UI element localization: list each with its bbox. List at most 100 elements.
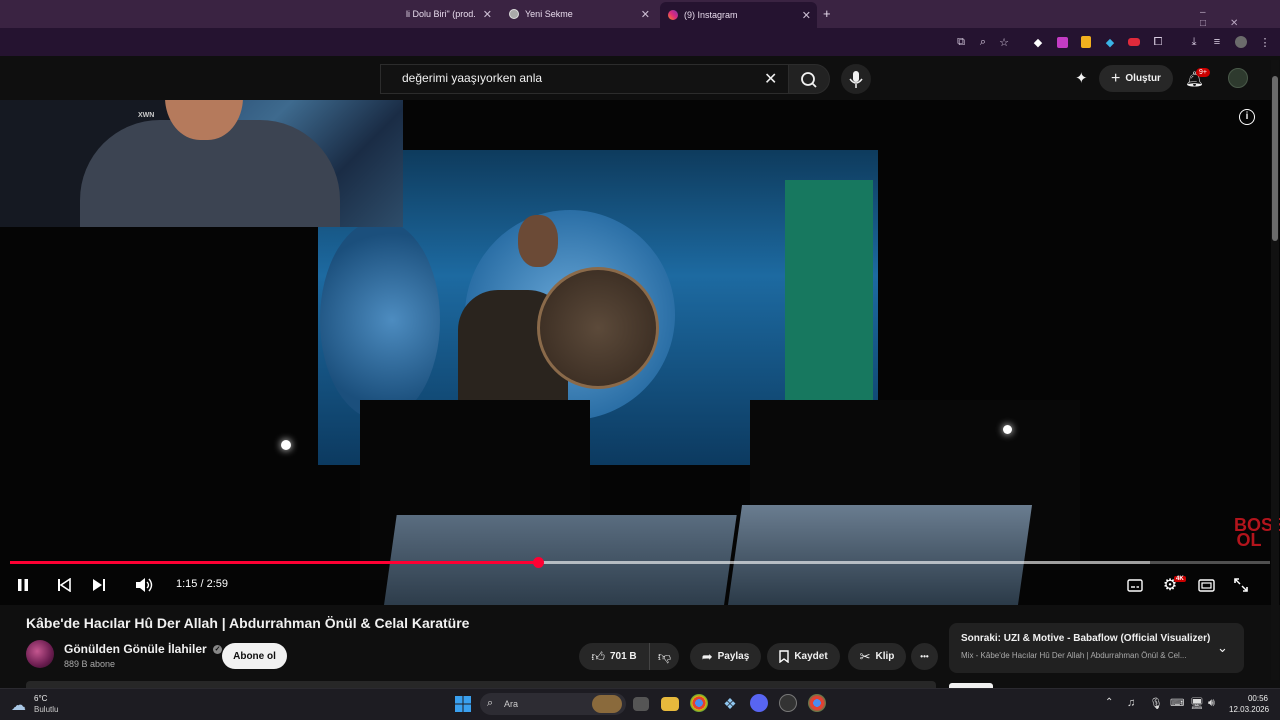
file-explorer-icon[interactable] [661,697,679,711]
extension-icon[interactable] [1078,34,1094,50]
tab-label: (9) Instagram [684,10,738,20]
like-count: 701 B [609,651,637,662]
steam-icon[interactable] [779,694,797,712]
thumbs-up-icon: 👍︎ [591,648,605,664]
window-controls[interactable]: –□✕ [1200,7,1280,29]
channel-avatar[interactable] [26,640,54,668]
network-icon[interactable]: 🖥︎ [1190,697,1204,710]
save-label: Kaydet [794,651,828,662]
scrubber-handle[interactable] [532,557,544,568]
weather-description[interactable]: Bulutlu [34,705,58,714]
extension-icon[interactable]: ◆ [1030,34,1046,50]
tab-music[interactable]: li Dolu Biri" (prod. S ✕ [398,3,498,25]
clip-button[interactable]: ✂︎ Klip [848,643,906,670]
speaker-icon[interactable]: 🔊︎ [1208,697,1215,710]
voice-search-button[interactable] [841,64,871,94]
search-query[interactable]: değerimi yaaşıyorken anla [402,71,542,85]
ai-sparkle-icon[interactable]: ✦ [1075,69,1088,87]
info-icon[interactable]: i [1239,109,1255,125]
close-icon[interactable]: ✕ [802,9,811,22]
video-title: Kâbe'de Hacılar Hû Der Allah | Abdurrahm… [26,615,470,631]
tab-label: Yeni Sekme [525,9,573,19]
media-icon[interactable]: ≡ [1209,34,1225,50]
pause-icon [18,579,28,591]
cloud-icon[interactable]: ☁︎ [11,696,26,714]
scrollbar-thumb[interactable] [1272,76,1278,241]
subtitles-icon [1127,578,1143,592]
start-button[interactable] [453,694,473,714]
headphones-icon[interactable]: ♫ [1127,697,1135,709]
chevron-up-icon[interactable]: ⌃ [1105,697,1113,708]
menu-icon[interactable]: ⋮ [1257,34,1273,50]
clip-label: Klip [875,651,895,662]
clock-time[interactable]: 00:56 [1246,694,1268,703]
theater-icon [1197,578,1215,592]
up-next-panel[interactable] [949,623,1244,673]
avatar[interactable] [1228,68,1248,88]
extension-icon[interactable] [1054,34,1070,50]
microphone-icon [849,71,863,88]
puzzle-icon[interactable]: ⧠ [1150,34,1166,50]
clear-icon[interactable]: ✕ [764,69,777,89]
channel-name[interactable]: Gönülden Gönüle İlahiler ✓ [64,642,223,656]
pause-button[interactable] [13,575,33,595]
stage-panel-green [785,180,873,400]
next-button[interactable] [89,575,109,595]
theater-mode-button[interactable] [1196,575,1216,595]
description-box[interactable] [26,681,936,688]
chrome-profile-icon[interactable] [808,694,826,712]
install-icon[interactable]: ⧉ [953,34,969,50]
tab-new[interactable]: Yeni Sekme ✕ [501,3,656,25]
bookmark-icon [779,650,790,663]
previous-button[interactable] [54,575,74,595]
extension-icon[interactable]: ◆ [1102,34,1118,50]
progress-bar[interactable] [10,561,538,564]
up-next-subtitle: Mix - Kâbe'de Hacılar Hû Der Allah | Abd… [961,651,1187,660]
webcam-overlay: XWN [0,100,403,227]
microphone-icon[interactable]: 🎙︎ [1149,697,1163,710]
new-tab-button[interactable]: + [823,6,831,21]
app-icon[interactable]: ❖ [720,694,740,714]
quality-badge: 4K [1174,576,1186,582]
download-icon[interactable]: ⤓ [1186,34,1202,50]
volume-button[interactable] [134,575,154,595]
globe-icon [509,9,519,19]
chrome-icon[interactable] [690,694,708,712]
weather-temperature[interactable]: 6°C [34,694,47,703]
video-player[interactable]: BOSS OL i XWN [0,100,1280,605]
search-button[interactable] [788,64,830,94]
save-button[interactable]: Kaydet [767,643,840,670]
subscribe-button[interactable]: Abone ol [222,643,287,669]
close-icon[interactable]: ✕ [641,8,650,21]
keyboard-icon[interactable]: ⌨︎ [1170,698,1184,709]
previous-icon [58,578,71,592]
share-icon: ➦ [701,648,713,664]
create-label: Oluştur [1125,73,1161,84]
star-icon[interactable]: ☆ [996,34,1012,50]
thumbs-down-icon: 👎︎ [657,648,672,664]
more-button[interactable]: ••• [911,643,938,670]
close-icon[interactable]: ✕ [483,8,492,21]
share-button[interactable]: ➦ Paylaş [690,643,761,670]
stage-light [320,220,440,420]
like-button[interactable]: 👍︎ 701 B [579,643,649,670]
create-button[interactable]: + Oluştur [1099,65,1173,92]
discord-icon[interactable] [750,694,768,712]
up-next-title[interactable]: Sonraki: UZI & Motive - Babaflow (Offici… [961,633,1210,644]
zoom-icon[interactable]: ⌕ [975,34,991,50]
tab-label: li Dolu Biri" (prod. S [406,9,478,19]
scissors-icon: ✂︎ [859,648,871,664]
task-view-icon[interactable] [633,697,649,711]
fullscreen-button[interactable] [1231,575,1251,595]
dislike-button[interactable]: 👎︎ [649,643,679,670]
next-icon [93,579,105,591]
search-icon [801,72,817,88]
fullscreen-icon [1234,578,1248,592]
chevron-down-icon[interactable]: ⌄ [1217,640,1228,656]
extension-icon[interactable] [1126,34,1142,50]
share-label: Paylaş [717,651,750,662]
profile-avatar[interactable] [1233,34,1249,50]
subtitles-button[interactable] [1125,575,1145,595]
tab-instagram[interactable]: (9) Instagram ✕ [660,2,817,28]
clock-date[interactable]: 12.03.2026 [1229,705,1269,714]
